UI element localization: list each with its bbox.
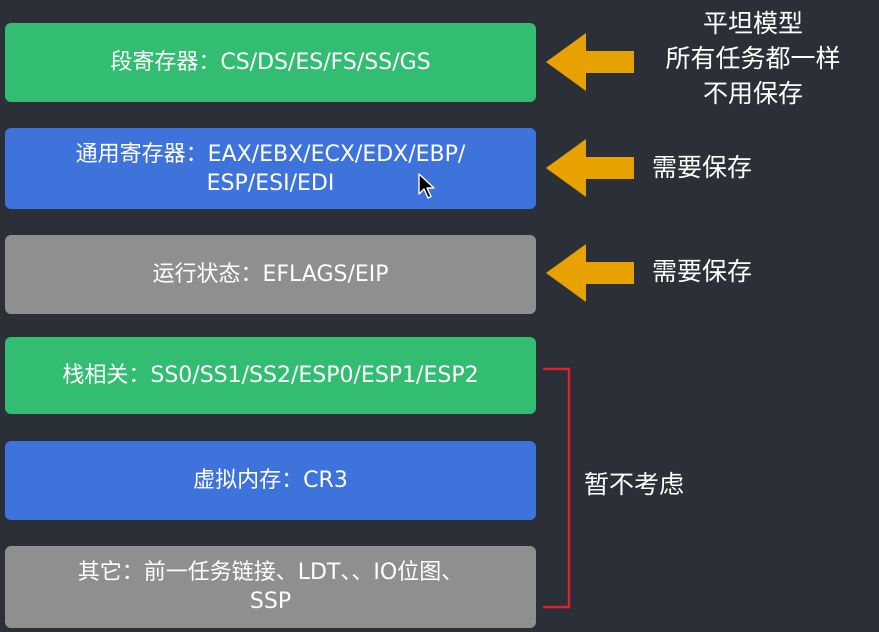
mouse-cursor-icon [418,173,435,199]
other-fields-label-line2: SSP [249,589,292,614]
run-state-box: 运行状态：EFLAGS/EIP [5,235,536,314]
segment-registers-box: 段寄存器：CS/DS/ES/FS/SS/GS [5,23,536,102]
needs-save-note: 需要保存 [652,153,753,182]
virtual-memory-box: 虚拟内存：CR3 [5,441,536,520]
run-state-label: 运行状态：EFLAGS/EIP [152,262,389,287]
flat-model-note: 平坦模型 所有任务都一样 不用保存 [640,6,866,111]
virtual-memory-label: 虚拟内存：CR3 [193,468,348,493]
flat-model-note-line2: 所有任务都一样 [665,44,841,73]
ignore-for-now-note: 暂不考虑 [584,470,685,499]
other-fields-box: 其它：前一任务链接、LDT、、IO位图、 SSP [5,546,536,628]
other-fields-label-line1: 其它：前一任务链接、LDT、、IO位图、 [77,560,464,585]
stack-related-box: 栈相关：SS0/SS1/SS2/ESP0/ESP1/ESP2 [5,337,536,414]
arrow-left-icon [546,139,634,197]
bracket-shape [543,367,571,609]
arrow-left-icon [546,33,634,91]
needs-save-note: 需要保存 [652,257,753,286]
arrow-left-icon [546,244,634,302]
general-registers-label-line2: ESP/ESI/EDI [206,170,335,196]
general-registers-label-line1: 通用寄存器：EAX/EBX/ECX/EDX/EBP/ [75,141,466,167]
stack-related-label: 栈相关：SS0/SS1/SS2/ESP0/ESP1/ESP2 [62,363,479,388]
flat-model-note-line1: 平坦模型 [702,9,803,38]
general-registers-box: 通用寄存器：EAX/EBX/ECX/EDX/EBP/ ESP/ESI/EDI [5,128,536,209]
segment-registers-label: 段寄存器：CS/DS/ES/FS/SS/GS [110,50,431,75]
flat-model-note-line3: 不用保存 [702,79,803,108]
